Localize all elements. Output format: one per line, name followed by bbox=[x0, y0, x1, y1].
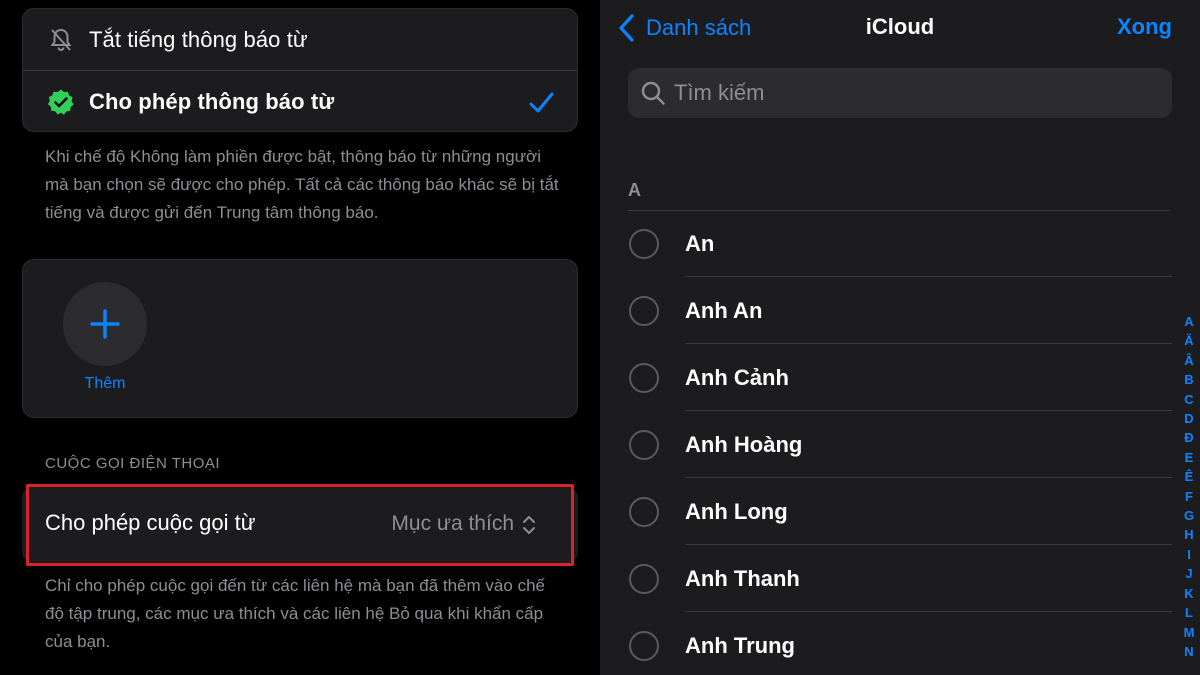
alphabet-index[interactable]: A Ă Â B C D Đ E Ê F G H I J K L M N bbox=[1178, 312, 1200, 661]
calls-footer-text: Chỉ cho phép cuộc gọi đến từ các liên hệ… bbox=[45, 576, 545, 651]
index-letter[interactable]: D bbox=[1184, 409, 1193, 428]
contact-name: Anh Long bbox=[685, 499, 788, 524]
index-letter[interactable]: K bbox=[1184, 584, 1193, 603]
add-person-label[interactable]: Thêm bbox=[63, 375, 147, 393]
contact-row[interactable]: Anh An bbox=[600, 277, 1200, 344]
contact-name: Anh Trung bbox=[685, 633, 795, 658]
contact-row[interactable]: Anh Long bbox=[600, 478, 1200, 545]
index-letter[interactable]: N bbox=[1184, 642, 1193, 661]
index-letter[interactable]: Ă bbox=[1184, 331, 1193, 350]
contacts-picker-panel: Danh sách iCloud Xong A An Anh An Anh Cả… bbox=[600, 0, 1200, 675]
contact-row[interactable]: Anh Hoàng bbox=[600, 411, 1200, 478]
silence-notifications-label: Tắt tiếng thông báo từ bbox=[89, 27, 308, 52]
contact-row[interactable]: Anh Trung bbox=[600, 612, 1200, 675]
index-letter[interactable]: B bbox=[1184, 370, 1193, 389]
index-letter[interactable]: H bbox=[1184, 525, 1193, 544]
radio-circle-icon[interactable] bbox=[629, 296, 659, 326]
check-badge-icon bbox=[47, 88, 75, 116]
index-letter[interactable]: F bbox=[1185, 487, 1193, 506]
index-letter[interactable]: I bbox=[1187, 545, 1191, 564]
radio-circle-icon[interactable] bbox=[629, 229, 659, 259]
bell-slash-icon bbox=[47, 26, 75, 54]
radio-circle-icon[interactable] bbox=[629, 631, 659, 661]
notify-footer-text: Khi chế độ Không làm phiền được bật, thô… bbox=[45, 147, 559, 222]
silence-notifications-option[interactable]: Tắt tiếng thông báo từ bbox=[23, 9, 577, 71]
focus-settings-panel: Tắt tiếng thông báo từ Cho phép thông bá… bbox=[0, 0, 600, 675]
radio-circle-icon[interactable] bbox=[629, 564, 659, 594]
contact-row[interactable]: Anh Thanh bbox=[600, 545, 1200, 612]
add-person-button[interactable] bbox=[63, 282, 147, 366]
radio-circle-icon[interactable] bbox=[629, 497, 659, 527]
allow-notifications-label: Cho phép thông báo từ bbox=[89, 89, 335, 114]
radio-circle-icon[interactable] bbox=[629, 363, 659, 393]
index-letter[interactable]: A bbox=[1184, 312, 1193, 331]
allow-calls-label: Cho phép cuộc gọi từ bbox=[45, 510, 256, 535]
contact-name: Anh Hoàng bbox=[685, 432, 803, 457]
contact-name: Anh An bbox=[685, 298, 763, 323]
section-letter: A bbox=[628, 180, 641, 200]
contact-row[interactable]: An bbox=[600, 210, 1200, 277]
plus-icon bbox=[90, 309, 120, 339]
search-input[interactable] bbox=[674, 80, 1144, 106]
index-letter[interactable]: L bbox=[1185, 603, 1193, 622]
calls-section-header: CUỘC GỌI ĐIỆN THOẠI bbox=[45, 455, 221, 472]
allow-calls-value[interactable]: Mục ưa thích bbox=[391, 512, 514, 536]
notification-options-card: Tắt tiếng thông báo từ Cho phép thông bá… bbox=[22, 8, 578, 132]
allow-notifications-option[interactable]: Cho phép thông báo từ bbox=[23, 71, 577, 133]
contact-list: An Anh An Anh Cảnh Anh Hoàng Anh Long An… bbox=[600, 210, 1200, 675]
index-letter[interactable]: Ê bbox=[1185, 467, 1194, 486]
index-letter[interactable]: M bbox=[1184, 623, 1195, 642]
index-letter[interactable]: E bbox=[1185, 448, 1194, 467]
people-card: Thêm bbox=[22, 259, 578, 418]
index-letter[interactable]: Đ bbox=[1184, 428, 1193, 447]
contact-row[interactable]: Anh Cảnh bbox=[600, 344, 1200, 411]
index-letter[interactable]: G bbox=[1184, 506, 1194, 525]
search-bar[interactable] bbox=[628, 68, 1172, 118]
contact-name: Anh Cảnh bbox=[685, 365, 789, 390]
chevron-up-down-icon bbox=[523, 516, 535, 534]
search-icon bbox=[641, 81, 665, 105]
contact-name: An bbox=[685, 231, 715, 256]
index-letter[interactable]: Â bbox=[1184, 351, 1193, 370]
done-button[interactable]: Xong bbox=[1117, 14, 1172, 40]
index-letter[interactable]: J bbox=[1185, 564, 1192, 583]
index-letter[interactable]: C bbox=[1184, 390, 1193, 409]
checkmark-icon bbox=[529, 92, 554, 113]
nav-title: iCloud bbox=[865, 14, 935, 39]
radio-circle-icon[interactable] bbox=[629, 430, 659, 460]
contact-name: Anh Thanh bbox=[685, 566, 800, 591]
